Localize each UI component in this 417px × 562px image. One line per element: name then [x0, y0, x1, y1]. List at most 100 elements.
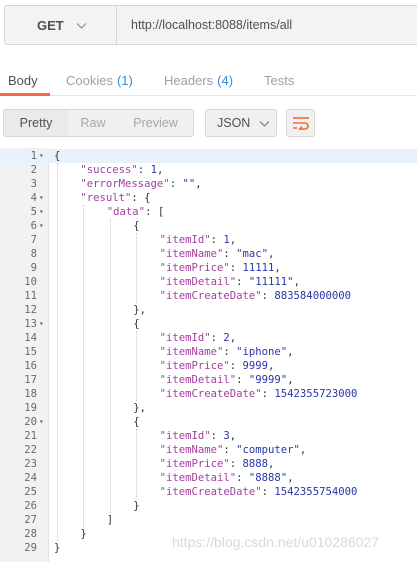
line-number: 6	[30, 220, 37, 232]
fold-toggle-icon[interactable]: ▾	[39, 317, 44, 331]
line-number: 7	[30, 234, 37, 246]
url-input[interactable]: http://localhost:8088/items/all	[116, 5, 417, 45]
line-number: 4	[30, 192, 37, 204]
tab-cookies-count: (1)	[116, 72, 133, 88]
active-tab-indicator	[0, 93, 50, 96]
json-punctuation: ,	[293, 276, 300, 288]
tab-body[interactable]: Body	[8, 64, 38, 96]
json-key: "itemName"	[159, 248, 224, 260]
json-key: "itemPrice"	[159, 458, 230, 470]
fold-toggle-icon[interactable]: ▾	[39, 205, 44, 219]
indent-guide	[83, 205, 85, 527]
response-body-viewer[interactable]: 1 ▾{2 "success": 1, 3 "errorMessage": "", 4 ▾ "…	[0, 148, 417, 562]
tab-tests[interactable]: Tests	[264, 64, 294, 96]
code-line: 15 "itemName": "iphone",	[0, 345, 417, 359]
json-value: "9999"	[248, 374, 288, 386]
json-punctuation: :	[210, 234, 224, 246]
json-punctuation: ,	[229, 430, 237, 442]
view-mode-group: Pretty Raw Preview	[3, 109, 194, 137]
json-key: "itemPrice"	[159, 262, 230, 274]
json-value: "computer"	[236, 444, 300, 456]
line-number: 26	[24, 500, 37, 512]
json-punctuation: },	[133, 402, 146, 414]
code-line: 1 ▾ {	[0, 149, 417, 163]
view-preview-button[interactable]: Preview	[118, 110, 193, 136]
format-select[interactable]: JSON	[205, 109, 277, 137]
json-punctuation: :	[229, 262, 243, 274]
code-line: 10 "itemDetail": "11111",	[0, 275, 417, 289]
code-text: }	[133, 499, 139, 513]
code-line: 25 "itemCreateDate": 1542355754000	[0, 485, 417, 499]
code-line: 9 "itemPrice": 11111,	[0, 261, 417, 275]
code-line: 6 ▾ {	[0, 219, 417, 233]
code-line: 27]	[0, 513, 417, 527]
json-punctuation: :	[223, 248, 237, 260]
json-punctuation: ,	[268, 360, 275, 372]
line-number: 20	[24, 416, 37, 428]
wrap-lines-button[interactable]	[286, 109, 315, 137]
code-text: "itemName": "computer",	[160, 443, 307, 457]
code-text: }	[54, 541, 60, 555]
tab-tests-label: Tests	[264, 72, 295, 88]
json-key: "itemCreateDate"	[159, 486, 262, 498]
line-number: 5	[30, 206, 37, 218]
json-punctuation: :	[210, 332, 224, 344]
code-text: "itemId": 1,	[160, 233, 237, 247]
code-text: {	[133, 415, 139, 429]
fold-toggle-icon[interactable]: ▾	[39, 191, 44, 205]
indent-guide	[109, 219, 111, 513]
code-text: "itemDetail": "8888",	[160, 471, 294, 485]
code-line: 2 "success": 1,	[0, 163, 417, 177]
json-value: "8888"	[248, 472, 288, 484]
json-punctuation: {	[133, 416, 140, 428]
method-select[interactable]: GET	[4, 5, 116, 45]
json-punctuation: :	[236, 374, 249, 386]
json-punctuation: :	[236, 472, 249, 484]
json-punctuation: :	[229, 360, 243, 372]
fold-toggle-icon[interactable]: ▾	[39, 415, 44, 429]
code-text: ]	[107, 513, 113, 527]
line-number: 28	[24, 528, 37, 540]
fold-toggle-icon[interactable]: ▾	[39, 219, 44, 233]
json-punctuation: :	[137, 164, 151, 176]
tab-headers-count: (4)	[217, 72, 234, 88]
view-raw-button[interactable]: Raw	[68, 110, 118, 136]
code-line: 13 ▾ {	[0, 317, 417, 331]
line-number: 17	[24, 374, 37, 386]
response-tabs: Body Cookies (1) Headers (4) Tests	[0, 64, 417, 96]
json-punctuation: : {	[131, 192, 151, 204]
view-pretty-button[interactable]: Pretty	[4, 110, 68, 136]
code-text: },	[133, 401, 146, 415]
json-punctuation: ,	[287, 374, 294, 386]
json-value: 1542355723000	[274, 388, 358, 400]
json-punctuation: ,	[156, 164, 164, 176]
code-line: 24 "itemDetail": "8888",	[0, 471, 417, 485]
tab-cookies[interactable]: Cookies (1)	[66, 64, 133, 96]
json-key: "errorMessage"	[80, 178, 170, 190]
code-text: "data": [	[107, 205, 164, 219]
json-key: "itemDetail"	[159, 276, 237, 288]
json-punctuation: ,	[229, 332, 237, 344]
line-number: 10	[24, 276, 37, 288]
fold-toggle-icon[interactable]: ▾	[39, 149, 44, 163]
json-value: "mac"	[236, 248, 269, 260]
code-text: "success": 1,	[80, 163, 163, 177]
code-text: {	[133, 317, 139, 331]
tab-headers[interactable]: Headers (4)	[164, 64, 233, 96]
line-number: 16	[24, 360, 37, 372]
line-number: 29	[24, 542, 37, 554]
code-text: "itemDetail": "11111",	[160, 275, 300, 289]
line-number: 25	[24, 486, 37, 498]
line-number: 13	[24, 318, 37, 330]
json-punctuation: ,	[287, 346, 294, 358]
code-line: 12},	[0, 303, 417, 317]
line-number: 18	[24, 388, 37, 400]
code-line: 5 ▾ "data": [	[0, 205, 417, 219]
chevron-down-icon	[76, 22, 87, 29]
line-number: 3	[30, 178, 37, 190]
json-value: ""	[182, 178, 196, 190]
json-punctuation: },	[133, 304, 146, 316]
code-text: "itemCreateDate": 1542355754000	[160, 485, 358, 499]
line-number: 22	[24, 444, 37, 456]
code-text: "itemPrice": 8888,	[160, 457, 275, 471]
